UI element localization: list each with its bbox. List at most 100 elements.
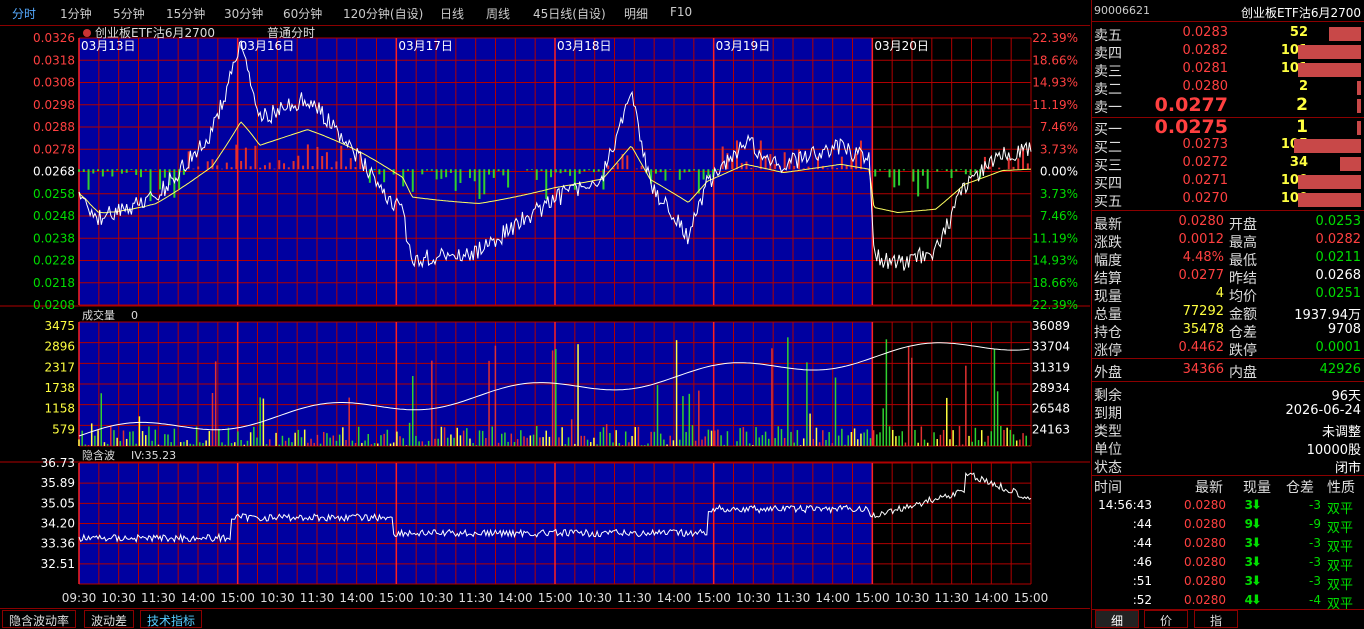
period-tab[interactable]: 45日线(自设)	[533, 5, 606, 22]
depth-bar	[1298, 193, 1361, 207]
pct-tick: 14.93%	[1032, 254, 1078, 268]
depth-row[interactable]: 卖三 0.0281 101	[1092, 61, 1364, 80]
inner-label: 内盘	[1229, 365, 1257, 381]
oi-tick: 33704	[1032, 340, 1070, 354]
stat-label: 仓差	[1229, 325, 1257, 341]
price-tick: 0.0326	[33, 31, 75, 45]
period-tab[interactable]: 分时	[12, 5, 36, 22]
pct-tick: 18.66%	[1032, 276, 1078, 290]
depth-price: 0.0275	[1154, 116, 1228, 138]
outer-inner-row: 外盘 34366 内盘 42926	[1092, 362, 1364, 381]
time-tick: 14:00	[974, 591, 1009, 605]
trade-nature: 双平	[1327, 578, 1354, 593]
divider	[1092, 381, 1364, 382]
trade-price: 0.0280	[1184, 593, 1226, 607]
time-tick: 10:30	[419, 591, 454, 605]
depth-bar	[1298, 175, 1361, 189]
period-tab[interactable]: 明细	[624, 5, 648, 22]
period-tab[interactable]: 1分钟	[60, 5, 92, 22]
period-tab[interactable]: 日线	[440, 5, 464, 22]
depth-bar	[1357, 99, 1361, 113]
info-row: 单位 10000股	[1092, 439, 1364, 458]
stat-value: 0.0012	[1178, 232, 1225, 247]
date-label: 03月13日	[81, 39, 136, 53]
down-arrow-icon: ⬇	[1251, 536, 1262, 551]
price-tick: 0.0308	[33, 76, 75, 90]
contract-name: 创业板ETF沽6月2700	[1241, 6, 1361, 20]
depth-label: 买四	[1094, 176, 1122, 192]
trade-row: 14:56:43 0.0280 3 ⬇ -3 双平	[1092, 498, 1364, 517]
depth-row[interactable]: 买一 0.0275 1	[1092, 116, 1364, 138]
time-tick: 10:30	[260, 591, 295, 605]
period-tab[interactable]: 5分钟	[113, 5, 145, 22]
depth-row[interactable]: 卖五 0.0283 52	[1092, 25, 1364, 44]
depth-row[interactable]: 买二0.0273105	[1092, 137, 1364, 156]
period-tab[interactable]: 120分钟(自设)	[343, 5, 423, 22]
stat-label: 昨结	[1229, 271, 1257, 287]
volume-tick: 1158	[44, 402, 75, 416]
depth-price: 0.0271	[1182, 173, 1229, 188]
price-tick: 0.0298	[33, 98, 75, 112]
info-label: 单位	[1094, 442, 1122, 458]
oi-tick: 31319	[1032, 360, 1070, 374]
indicator-tabs: 隐含波动率 波动差 技术指标	[0, 608, 1090, 628]
depth-bar	[1294, 139, 1361, 153]
stat-row: 现量 4 均价 0.0251	[1092, 286, 1364, 305]
depth-bar	[1329, 27, 1361, 41]
indicator-tab[interactable]: 隐含波动率	[2, 610, 77, 628]
trade-nature: 双平	[1327, 521, 1354, 536]
iv-tick: 35.89	[41, 476, 75, 490]
depth-row[interactable]: 卖二 0.0280 2	[1092, 79, 1364, 98]
panel-tab[interactable]: 细	[1095, 610, 1139, 628]
pct-tick: 3.73%	[1040, 187, 1078, 201]
depth-row[interactable]: 买五 0.0270 100	[1092, 191, 1364, 210]
stat-label: 最新	[1094, 217, 1122, 233]
time-tick: 15:00	[220, 591, 255, 605]
chart-area[interactable]: 0.0326 0.0318 0.0308 0.0298 0.0288 0.0278 0.02…	[0, 26, 1090, 608]
depth-row[interactable]: 买四 0.0271 100	[1092, 173, 1364, 192]
stat-row: 涨跌 0.0012 最高 0.0282	[1092, 232, 1364, 251]
panel-tab[interactable]: 价	[1144, 610, 1188, 628]
chart-svg[interactable]: 0.0326 0.0318 0.0308 0.0298 0.0288 0.0278 0.02…	[0, 26, 1090, 608]
depth-price: 0.0282	[1182, 43, 1229, 58]
info-label: 状态	[1094, 460, 1122, 476]
depth-row[interactable]: 买三 0.0272 34	[1092, 155, 1364, 174]
period-tab[interactable]: 30分钟	[224, 5, 263, 22]
time-tick: 10:30	[736, 591, 771, 605]
depth-row[interactable]: 卖一 0.0277 2	[1092, 94, 1364, 116]
trade-price: 0.0280	[1184, 555, 1226, 569]
depth-bar	[1298, 45, 1361, 59]
trade-header-cell: 时间	[1094, 480, 1122, 496]
trade-price: 0.0280	[1184, 574, 1226, 588]
volume-tick: 579	[52, 422, 75, 436]
stat-value: 0.0282	[1315, 232, 1362, 247]
time-tick: 11:30	[934, 591, 969, 605]
pct-tick: 18.66%	[1032, 53, 1078, 67]
divider	[1092, 117, 1364, 118]
period-tab[interactable]: 60分钟	[283, 5, 322, 22]
depth-price: 0.0270	[1182, 191, 1229, 206]
divider	[1092, 475, 1364, 476]
info-row: 状态 闭市	[1092, 457, 1364, 476]
indicator-tab[interactable]: 技术指标	[140, 610, 203, 628]
depth-label: 卖五	[1094, 28, 1122, 44]
depth-label: 买二	[1094, 140, 1122, 156]
stat-label: 最高	[1229, 235, 1257, 251]
price-tick: 0.0248	[33, 209, 75, 223]
time-tick: 14:00	[181, 591, 216, 605]
panel-tab[interactable]: 指	[1194, 610, 1238, 628]
iv-label: 隐含波	[82, 448, 115, 462]
indicator-tab[interactable]: 波动差	[84, 610, 135, 628]
depth-row[interactable]: 卖四 0.0282 101	[1092, 43, 1364, 62]
info-label: 到期	[1094, 406, 1122, 422]
stat-row: 持仓 35478 仓差 9708	[1092, 322, 1364, 341]
depth-price: 0.0283	[1182, 25, 1229, 40]
pct-tick: 7.46%	[1040, 209, 1078, 223]
period-toolbar: 分时 1分钟 5分钟 15分钟 30分钟 60分钟 120分钟(自设) 日线 周线 45日线(自设…	[0, 0, 1090, 26]
depth-price: 0.0281	[1182, 61, 1229, 76]
stat-row: 结算 0.0277 昨结 0.0268	[1092, 268, 1364, 287]
period-tab[interactable]: F10	[670, 5, 692, 19]
period-tab[interactable]: 周线	[486, 5, 510, 22]
depth-qty: 2	[1296, 95, 1308, 115]
period-tab[interactable]: 15分钟	[166, 5, 205, 22]
